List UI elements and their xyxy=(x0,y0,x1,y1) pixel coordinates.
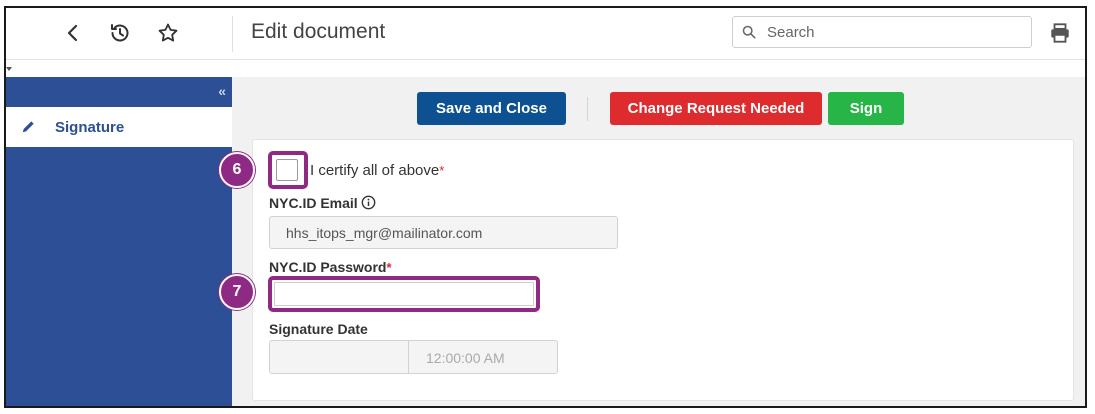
print-icon[interactable] xyxy=(1049,22,1071,44)
password-label: NYC.ID Password* xyxy=(269,259,392,275)
top-bar: Edit document xyxy=(6,8,1085,60)
page-title: Edit document xyxy=(251,20,386,43)
info-icon[interactable] xyxy=(361,195,376,210)
signature-date-field xyxy=(269,340,409,374)
caret-down-icon xyxy=(6,67,12,71)
change-request-button[interactable]: Change Request Needed xyxy=(610,92,822,125)
email-field: hhs_itops_mgr@mailinator.com xyxy=(269,216,618,249)
certify-label: I certify all of above* xyxy=(310,162,445,179)
certify-checkbox[interactable] xyxy=(276,159,298,181)
email-label: NYC.ID Email xyxy=(269,195,376,211)
step-7-callout: 7 xyxy=(219,274,255,310)
sidebar-item-label: Signature xyxy=(55,119,125,136)
save-and-close-button[interactable]: Save and Close xyxy=(417,92,566,125)
sign-button[interactable]: Sign xyxy=(828,92,904,125)
sidebar: « Signature xyxy=(6,77,232,406)
chevron-left-icon[interactable] xyxy=(61,21,85,45)
main-content: Save and Close Change Request Needed Sig… xyxy=(219,77,1085,406)
collapse-sidebar-icon[interactable]: « xyxy=(218,83,226,99)
app-window: Edit document « Signature Save and Close… xyxy=(4,6,1087,408)
required-marker: * xyxy=(386,260,392,275)
search-box[interactable] xyxy=(732,16,1032,48)
toolbar-divider xyxy=(587,97,588,121)
signature-form: 6 I certify all of above* NYC.ID Email h… xyxy=(219,139,1074,401)
history-icon[interactable] xyxy=(108,21,132,45)
search-input[interactable] xyxy=(767,17,1027,47)
pencil-icon xyxy=(21,119,36,134)
header-divider xyxy=(232,16,233,52)
password-input[interactable] xyxy=(274,282,534,306)
signature-time-field: 12:00:00 AM xyxy=(408,340,558,374)
signature-date-label: Signature Date xyxy=(269,321,368,337)
star-icon[interactable] xyxy=(156,21,180,45)
sidebar-item-signature[interactable]: Signature xyxy=(6,107,232,147)
search-icon xyxy=(742,25,756,39)
required-marker: * xyxy=(439,163,445,178)
step-6-callout: 6 xyxy=(219,152,255,188)
sub-bar xyxy=(6,61,1085,77)
